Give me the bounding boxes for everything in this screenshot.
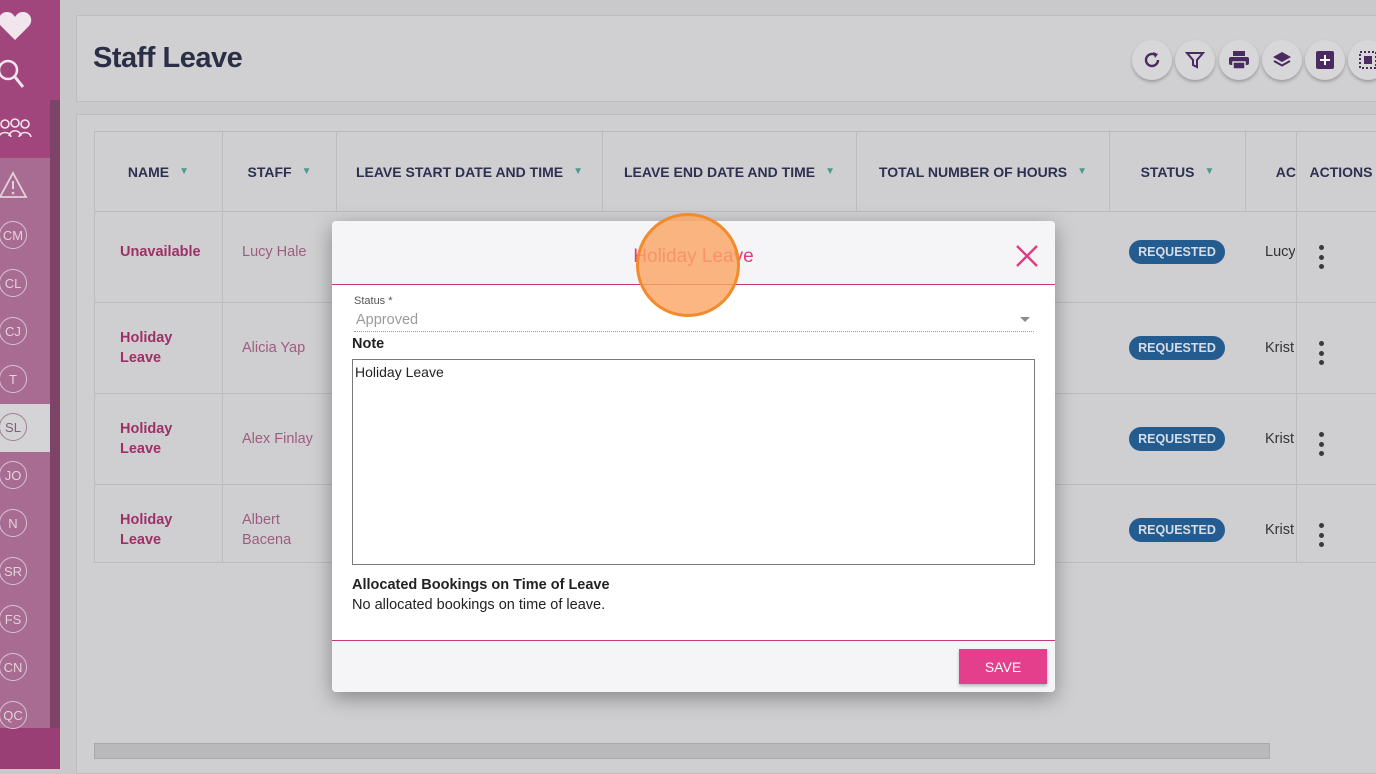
- people-icon[interactable]: [0, 112, 40, 146]
- column-label: TOTAL NUMBER OF HOURS: [878, 163, 1068, 180]
- column-label: NAME: [127, 163, 170, 180]
- sort-arrow-icon[interactable]: ▼: [179, 166, 189, 177]
- refresh-button[interactable]: [1132, 40, 1172, 80]
- column-header-staff[interactable]: STAFF ▼: [223, 132, 337, 211]
- column-header-leave-start[interactable]: LEAVE START DATE AND TIME ▼: [337, 132, 603, 211]
- sort-arrow-icon[interactable]: ▼: [825, 166, 835, 177]
- sidebar-item-qc[interactable]: QC: [0, 701, 27, 729]
- leave-name: Holiday Leave: [120, 512, 173, 548]
- leave-edit-dialog: Holiday Leave Status * Approved Note Hol…: [332, 221, 1055, 692]
- column-header-leave-end[interactable]: LEAVE END DATE AND TIME ▼: [603, 132, 857, 211]
- refresh-icon: [1144, 52, 1160, 68]
- sort-arrow-icon[interactable]: ▼: [302, 166, 312, 177]
- page-title: Staff Leave: [93, 42, 243, 74]
- row-actions-kebab-icon[interactable]: [1311, 523, 1331, 547]
- leave-name: Holiday Leave: [120, 421, 173, 457]
- allocated-bookings-title: Allocated Bookings on Time of Leave: [352, 577, 610, 593]
- row-actions-kebab-icon[interactable]: [1311, 341, 1331, 365]
- note-textarea[interactable]: Holiday Leave: [352, 359, 1035, 565]
- sidebar-item-cj[interactable]: CJ: [0, 317, 27, 345]
- column-header-name[interactable]: NAME ▼: [95, 132, 223, 211]
- sidebar-item-cm[interactable]: CM: [0, 221, 27, 249]
- status-badge: REQUESTED: [1129, 240, 1225, 264]
- dialog-title: Holiday Leave: [633, 246, 754, 267]
- sidebar-item-t[interactable]: T: [0, 365, 27, 393]
- column-label: LEAVE END DATE AND TIME: [624, 163, 816, 180]
- column-header-total-hours[interactable]: TOTAL NUMBER OF HOURS ▼: [857, 132, 1110, 211]
- print-icon: [1229, 51, 1249, 70]
- select-all-icon: [1359, 51, 1376, 69]
- actioned-by: Krist: [1265, 431, 1294, 447]
- leave-name: Holiday Leave: [120, 330, 173, 366]
- filter-button[interactable]: [1175, 40, 1215, 80]
- note-label: Note: [352, 336, 385, 352]
- column-header-actioned[interactable]: AC: [1246, 132, 1297, 211]
- sidebar-item-cl[interactable]: CL: [0, 269, 27, 297]
- search-icon[interactable]: [0, 56, 36, 92]
- layers-icon: [1273, 52, 1291, 67]
- staff-name: Alex Finlay: [242, 431, 313, 447]
- add-button[interactable]: [1305, 40, 1345, 80]
- allocated-bookings-text: No allocated bookings on time of leave.: [352, 597, 606, 613]
- staff-name: Lucy Hale: [242, 244, 307, 260]
- actioned-by: Lucy: [1265, 244, 1295, 260]
- save-button[interactable]: SAVE: [959, 649, 1047, 684]
- sidebar-item-n[interactable]: N: [0, 509, 27, 537]
- sidebar-scroll-strip: [50, 100, 60, 730]
- sidebar-item-sl[interactable]: SL: [0, 413, 27, 441]
- status-label: Status *: [354, 295, 393, 307]
- dialog-header: Holiday Leave: [332, 221, 1055, 285]
- select-all-button[interactable]: [1348, 40, 1376, 80]
- status-badge: REQUESTED: [1129, 336, 1225, 360]
- sidebar-item-cn[interactable]: CN: [0, 653, 27, 681]
- sort-arrow-icon[interactable]: ▼: [573, 166, 583, 177]
- column-label: STAFF: [247, 163, 292, 180]
- status-badge: REQUESTED: [1129, 427, 1225, 451]
- staff-name: Alicia Yap: [242, 340, 306, 356]
- print-button[interactable]: [1219, 40, 1259, 80]
- column-label: STATUS: [1140, 163, 1195, 180]
- row-actions-kebab-icon[interactable]: [1311, 245, 1331, 269]
- staff-name: Albert Bacena: [242, 512, 292, 548]
- heart-icon[interactable]: [0, 6, 40, 46]
- close-button[interactable]: [1014, 243, 1040, 269]
- sidebar-item-jo[interactable]: JO: [0, 461, 27, 489]
- status-select[interactable]: Approved: [354, 312, 1034, 332]
- sidebar-bottom-block: [0, 728, 60, 769]
- add-icon: [1316, 51, 1334, 69]
- column-label: AC: [1275, 163, 1296, 180]
- column-header-status[interactable]: STATUS ▼: [1110, 132, 1246, 211]
- sort-arrow-icon[interactable]: ▼: [1077, 166, 1087, 177]
- actioned-by: Krist: [1265, 340, 1294, 356]
- column-label: LEAVE START DATE AND TIME: [355, 163, 564, 180]
- sidebar-item-sr[interactable]: SR: [0, 557, 27, 585]
- status-selected-value: Approved: [356, 312, 419, 328]
- close-icon: [1016, 245, 1038, 267]
- layers-button[interactable]: [1262, 40, 1302, 80]
- warning-icon[interactable]: [0, 168, 38, 202]
- dialog-footer: SAVE: [332, 640, 1055, 692]
- chevron-down-icon[interactable]: [1020, 317, 1030, 322]
- sidebar: CM CL CJ T SL JO N SR FS CN QC: [0, 0, 60, 769]
- status-badge: REQUESTED: [1129, 518, 1225, 542]
- leave-name: Unavailable: [120, 244, 201, 260]
- filter-icon: [1185, 52, 1205, 69]
- sort-arrow-icon[interactable]: ▼: [1205, 166, 1215, 177]
- page-header: Staff Leave: [76, 15, 1376, 102]
- column-label: ACTIONS: [1309, 163, 1373, 180]
- column-header-actions: ACTIONS: [1297, 132, 1376, 211]
- row-actions-kebab-icon[interactable]: [1311, 432, 1331, 456]
- horizontal-scrollbar[interactable]: [94, 743, 1270, 759]
- sidebar-item-fs[interactable]: FS: [0, 605, 27, 633]
- actioned-by: Krist: [1265, 522, 1294, 538]
